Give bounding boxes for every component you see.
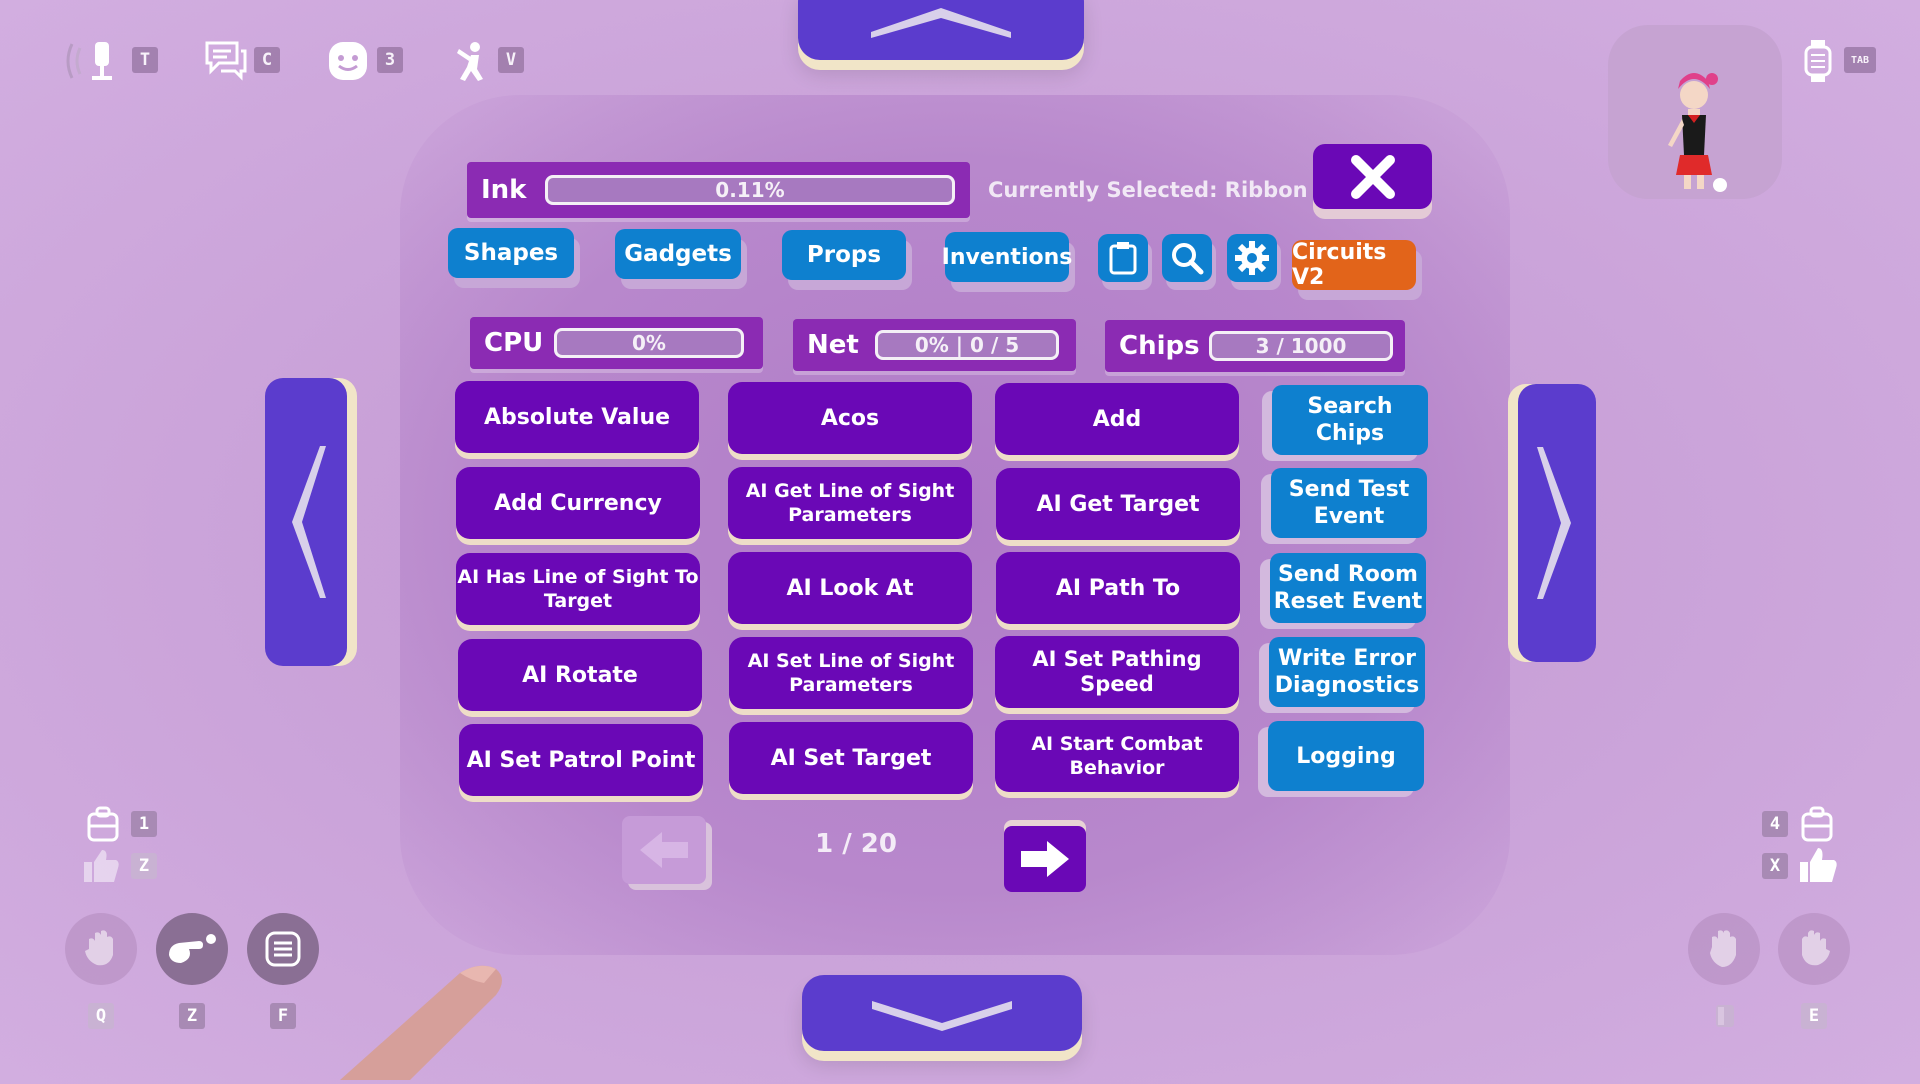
cpu-meter: 0% xyxy=(554,328,744,358)
chips-bar: Chips 3 / 1000 xyxy=(1105,320,1405,372)
emoji-key: 3 xyxy=(377,47,403,73)
grab-hand-icon xyxy=(1710,930,1736,967)
tab-inventions[interactable]: Inventions xyxy=(942,232,1072,282)
wave-hand-right-key: E xyxy=(1801,1003,1827,1029)
search-chips-button[interactable]: Search Chips xyxy=(1272,385,1428,455)
ink-value: 0.11% xyxy=(715,178,785,202)
chip-ai-look-at[interactable]: AI Look At xyxy=(728,552,972,624)
chevron-right-icon xyxy=(1537,447,1571,599)
page-indicator: 1 / 20 xyxy=(815,829,897,859)
arrow-right-icon xyxy=(1021,841,1069,877)
net-meter: 0% | 0 / 5 xyxy=(875,330,1059,360)
backpack-right-icon[interactable] xyxy=(1800,806,1834,842)
grab-hand-key-icon xyxy=(1712,1003,1738,1029)
ink-label: Ink xyxy=(481,175,527,205)
logging-button[interactable]: Logging xyxy=(1268,721,1424,791)
chips-meter: 3 / 1000 xyxy=(1209,331,1393,361)
wave-hand-right-icon xyxy=(1802,930,1830,966)
grab-hand-button[interactable] xyxy=(1688,913,1760,985)
net-bar: Net 0% | 0 / 5 xyxy=(793,319,1076,371)
previous-panel-button[interactable] xyxy=(265,378,347,666)
send-test-event-button[interactable]: Send Test Event xyxy=(1271,468,1427,538)
next-page-button[interactable] xyxy=(1004,826,1086,892)
gear-icon xyxy=(1235,241,1269,275)
write-error-diagnostics-button[interactable]: Write Error Diagnostics xyxy=(1269,637,1425,707)
chip-ai-rotate[interactable]: AI Rotate xyxy=(458,639,702,711)
backpack-icon[interactable] xyxy=(86,806,120,842)
microphone-key: T xyxy=(132,47,158,73)
watch-key: TAB xyxy=(1844,47,1876,73)
tab-search[interactable] xyxy=(1162,234,1212,282)
tab-gadgets[interactable]: Gadgets xyxy=(615,229,741,279)
cpu-label: CPU xyxy=(484,328,544,358)
tab-settings[interactable] xyxy=(1227,234,1277,282)
chip-absolute-value[interactable]: Absolute Value xyxy=(455,381,699,453)
chevron-down-icon xyxy=(872,1001,1012,1031)
thumbs-up-right-key: X xyxy=(1762,853,1788,879)
chip-ai-path-to[interactable]: AI Path To xyxy=(996,552,1240,624)
wave-hand-key: Q xyxy=(88,1003,114,1029)
thumbs-up-right-icon[interactable] xyxy=(1798,846,1838,884)
chip-ai-has-line-of-sight-to-target[interactable]: AI Has Line of Sight To Target xyxy=(456,553,700,625)
wave-hand-button[interactable] xyxy=(65,913,137,985)
ink-bar: Ink 0.11% xyxy=(467,162,970,218)
menu-list-icon xyxy=(265,931,301,967)
scroll-up-button[interactable] xyxy=(798,0,1084,60)
scroll-down-button[interactable] xyxy=(802,975,1082,1051)
thumbs-up-icon[interactable] xyxy=(82,848,120,884)
clipboard-icon xyxy=(1109,242,1137,275)
player-finger xyxy=(320,955,520,1080)
pose-figure-icon[interactable] xyxy=(448,38,494,84)
chip-add[interactable]: Add xyxy=(995,383,1239,455)
search-icon xyxy=(1172,243,1204,275)
pointer-hand-icon xyxy=(169,934,216,963)
net-label: Net xyxy=(807,330,859,360)
ink-meter: 0.11% xyxy=(545,175,955,205)
menu-key: F xyxy=(270,1003,296,1029)
chip-ai-get-line-of-sight-parameters[interactable]: AI Get Line of Sight Parameters xyxy=(728,467,972,539)
tab-props[interactable]: Props xyxy=(782,230,906,280)
emoji-face-icon[interactable] xyxy=(326,38,370,84)
chat-bubbles-icon[interactable] xyxy=(202,38,250,84)
chip-ai-get-target[interactable]: AI Get Target xyxy=(996,468,1240,540)
chips-value: 3 / 1000 xyxy=(1255,334,1347,358)
avatar-preview[interactable] xyxy=(1608,25,1782,199)
avatar-figure-icon xyxy=(1668,73,1727,192)
pose-key: V xyxy=(498,47,524,73)
close-button[interactable] xyxy=(1313,144,1432,209)
cpu-bar: CPU 0% xyxy=(470,317,763,369)
chip-ai-start-combat-behavior[interactable]: AI Start Combat Behavior xyxy=(995,720,1239,792)
chevron-up-icon xyxy=(871,8,1011,38)
chip-ai-set-line-of-sight-parameters[interactable]: AI Set Line of Sight Parameters xyxy=(729,637,973,709)
chip-add-currency[interactable]: Add Currency xyxy=(456,467,700,539)
tab-clipboard[interactable] xyxy=(1098,234,1148,282)
net-value: 0% | 0 / 5 xyxy=(914,333,1020,357)
thumbs-up-key: Z xyxy=(131,853,157,879)
chip-acos[interactable]: Acos xyxy=(728,382,972,454)
backpack-key: 1 xyxy=(131,811,157,837)
microphone-icon[interactable] xyxy=(62,38,122,84)
tab-shapes[interactable]: Shapes xyxy=(448,228,574,278)
next-panel-button[interactable] xyxy=(1518,384,1596,662)
arrow-left-icon xyxy=(640,832,688,868)
chat-key: C xyxy=(254,47,280,73)
chip-ai-set-target[interactable]: AI Set Target xyxy=(729,722,973,794)
close-x-icon xyxy=(1350,154,1395,199)
chip-ai-set-pathing-speed[interactable]: AI Set Pathing Speed xyxy=(995,636,1239,708)
wave-hand-right-button[interactable] xyxy=(1778,913,1850,985)
cpu-value: 0% xyxy=(632,331,666,355)
chip-ai-set-patrol-point[interactable]: AI Set Patrol Point xyxy=(459,724,703,796)
wave-hand-icon xyxy=(85,930,113,966)
pointer-hand-button[interactable] xyxy=(156,913,228,985)
previous-page-button[interactable] xyxy=(622,816,706,884)
backpack-right-key: 4 xyxy=(1762,811,1788,837)
chips-label: Chips xyxy=(1119,331,1200,361)
pointer-hand-key: Z xyxy=(179,1003,205,1029)
send-room-reset-event-button[interactable]: Send Room Reset Event xyxy=(1270,553,1426,623)
chevron-left-icon xyxy=(292,446,326,598)
menu-button[interactable] xyxy=(247,913,319,985)
tab-circuits-v2[interactable]: Circuits V2 xyxy=(1292,240,1416,290)
currently-selected-text: Currently Selected: Ribbon xyxy=(988,178,1308,202)
watch-icon[interactable] xyxy=(1800,38,1836,84)
